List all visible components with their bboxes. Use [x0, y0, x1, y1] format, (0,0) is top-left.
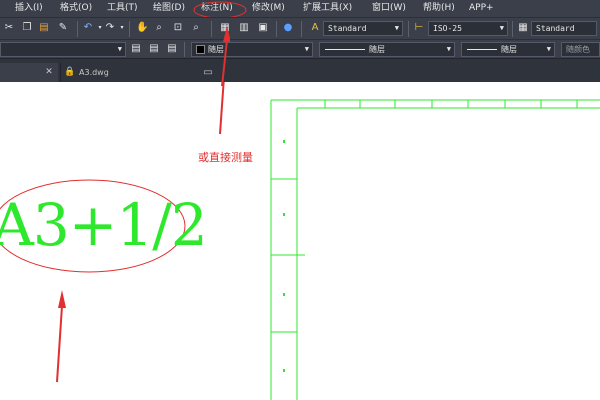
- text-style-value: Standard: [328, 24, 367, 33]
- zone-marker: [283, 140, 285, 143]
- zone-marker: [283, 369, 285, 372]
- chevron-down-icon: ▼: [446, 45, 451, 53]
- zoom-previous-icon[interactable]: ⌕: [190, 22, 202, 34]
- document-tab-bar: ✕ 🔒 A3.dwg ▭: [0, 58, 600, 82]
- layers-properties-toolbar: ▼ ▤ ▤ ▤ 随层 ▼ 随层 ▼ 随层 ▼ 随颜色: [0, 39, 600, 58]
- drawing-canvas[interactable]: A3+1/2 或直接测量: [0, 82, 600, 400]
- menu-app-plus[interactable]: APP+: [469, 0, 494, 17]
- zoom-realtime-icon[interactable]: ⌕: [153, 22, 165, 34]
- tab-document[interactable]: 🔒 A3.dwg: [60, 63, 190, 82]
- toolbar-separator: [129, 21, 130, 37]
- menu-extension-tools[interactable]: 扩展工具(X): [303, 0, 352, 17]
- chevron-down-icon: ▼: [304, 45, 309, 53]
- chevron-down-icon: ▼: [117, 45, 122, 53]
- toolbar-separator: [512, 21, 513, 37]
- copy-icon[interactable]: ❐: [21, 22, 33, 34]
- layer-dropdown[interactable]: ▼: [0, 42, 126, 57]
- lineweight-preview: [467, 49, 497, 50]
- pan-icon[interactable]: ✋: [136, 22, 148, 34]
- text-style-dropdown[interactable]: Standard ▼: [323, 21, 403, 36]
- table-style-value: Standard: [536, 24, 575, 33]
- toolbar-separator: [408, 21, 409, 37]
- chevron-down-icon: ▼: [499, 24, 504, 32]
- menu-tools[interactable]: 工具(T): [107, 0, 138, 17]
- linetype-preview: [325, 49, 365, 50]
- design-center-icon[interactable]: ▥: [238, 22, 250, 34]
- standard-toolbar: ✂ ❐ ▤ ✎ ↶ ▾ ↷ ▾ ✋ ⌕ ⊡ ⌕ ▦ ▥ ▣ ● A Standa…: [0, 17, 600, 39]
- menu-insert[interactable]: 插入(I): [15, 0, 43, 17]
- toolbar-separator: [184, 42, 185, 57]
- undo-icon[interactable]: ↶: [82, 22, 94, 34]
- toolbar-separator: [77, 21, 78, 37]
- tab-document-label: A3.dwg: [79, 68, 109, 77]
- plot-style-dropdown[interactable]: 随颜色: [561, 42, 600, 57]
- menu-help[interactable]: 帮助(H): [423, 0, 455, 17]
- layer-manager-icon[interactable]: ▤: [148, 43, 160, 55]
- zone-marker: [283, 293, 285, 296]
- paste-icon[interactable]: ▤: [38, 22, 50, 34]
- plot-style-value: 随颜色: [566, 45, 590, 54]
- arrow-up-to-text-shaft: [56, 305, 63, 383]
- menu-bar: 插入(I) 格式(O) 工具(T) 绘图(D) 标注(N) 修改(M) 扩展工具…: [0, 0, 600, 17]
- annotation-hint: 或直接测量: [198, 151, 253, 164]
- arrow-up-to-menu-shaft: [219, 82, 225, 135]
- toolbar-separator: [276, 21, 277, 37]
- match-properties-icon[interactable]: ✎: [57, 22, 69, 34]
- color-swatch: [196, 45, 205, 54]
- text-style-icon: A: [311, 22, 319, 33]
- table-style-dropdown[interactable]: Standard: [531, 21, 597, 36]
- layer-state-icon[interactable]: ▤: [130, 43, 142, 55]
- tab-start[interactable]: ✕: [0, 63, 58, 82]
- dim-style-value: ISO-25: [433, 24, 462, 33]
- menu-modify[interactable]: 修改(M): [252, 0, 285, 17]
- menu-draw[interactable]: 绘图(D): [153, 0, 185, 17]
- redo-dropdown-icon[interactable]: ▾: [116, 22, 128, 34]
- arrow-up-to-text-head: [58, 290, 66, 308]
- dim-style-dropdown[interactable]: ISO-25 ▼: [428, 21, 508, 36]
- lineweight-dropdown[interactable]: 随层 ▼: [461, 42, 555, 57]
- zoom-window-icon[interactable]: ⊡: [172, 22, 184, 34]
- drawing-text-a3[interactable]: A3+1/2: [0, 190, 208, 260]
- chevron-down-icon: ▼: [394, 24, 399, 32]
- menu-arrow-overlay: [221, 26, 230, 86]
- linetype-dropdown[interactable]: 随层 ▼: [319, 42, 455, 57]
- tool-palette-icon[interactable]: ▣: [257, 22, 269, 34]
- menu-format[interactable]: 格式(O): [60, 0, 92, 17]
- menu-window[interactable]: 窗口(W): [372, 0, 406, 17]
- toolbar-separator: [301, 21, 302, 37]
- help-icon[interactable]: ●: [282, 22, 294, 34]
- layer-previous-icon[interactable]: ▤: [166, 43, 178, 55]
- lock-icon: 🔒: [64, 67, 76, 77]
- linetype-value: 随层: [369, 45, 385, 54]
- close-icon[interactable]: ✕: [43, 66, 55, 78]
- cut-icon[interactable]: ✂: [3, 22, 15, 34]
- redo-icon[interactable]: ↷: [104, 22, 116, 34]
- zone-marker: [283, 213, 285, 216]
- lineweight-value: 随层: [501, 45, 517, 54]
- chevron-down-icon: ▼: [546, 45, 551, 53]
- table-style-icon: ▦: [518, 22, 528, 33]
- dim-style-icon: ⊢: [414, 22, 424, 33]
